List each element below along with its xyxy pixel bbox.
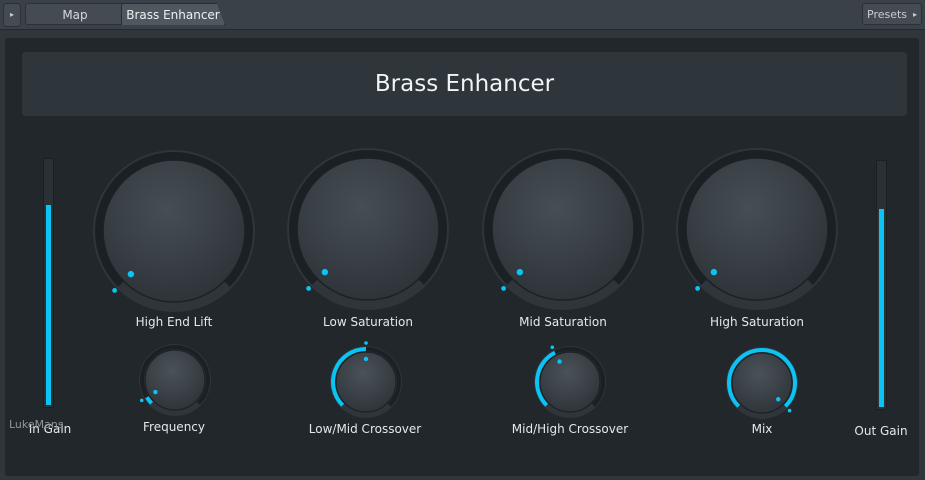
mid-high-crossover-label: Mid/High Crossover	[511, 422, 629, 436]
knob-mid-high-crossover[interactable]	[534, 345, 606, 418]
knob-high-saturation[interactable]	[676, 148, 838, 310]
brand-label: LukeMans	[9, 418, 64, 431]
frequency-label: Frequency	[143, 420, 205, 434]
knob-low-saturation[interactable]	[287, 148, 449, 310]
knob-mix[interactable]	[726, 347, 798, 419]
knob-high-end-lift[interactable]	[93, 150, 255, 312]
low-saturation-label: Low Saturation	[323, 315, 413, 329]
mix-label: Mix	[751, 422, 773, 436]
low-mid-crossover-label: Low/Mid Crossover	[308, 422, 422, 436]
plugin-window: ▸ Map Brass Enhancer Presets ▸ Brass Enh…	[0, 0, 925, 480]
mid-saturation-label: Mid Saturation	[519, 315, 607, 329]
knobs-canvas	[93, 148, 838, 419]
high-saturation-label: High Saturation	[710, 315, 804, 329]
knob-low-mid-crossover[interactable]	[330, 341, 402, 418]
high-end-lift-label: High End Lift	[135, 315, 213, 329]
knob-frequency[interactable]	[139, 344, 211, 416]
knob-mid-saturation[interactable]	[482, 148, 644, 310]
